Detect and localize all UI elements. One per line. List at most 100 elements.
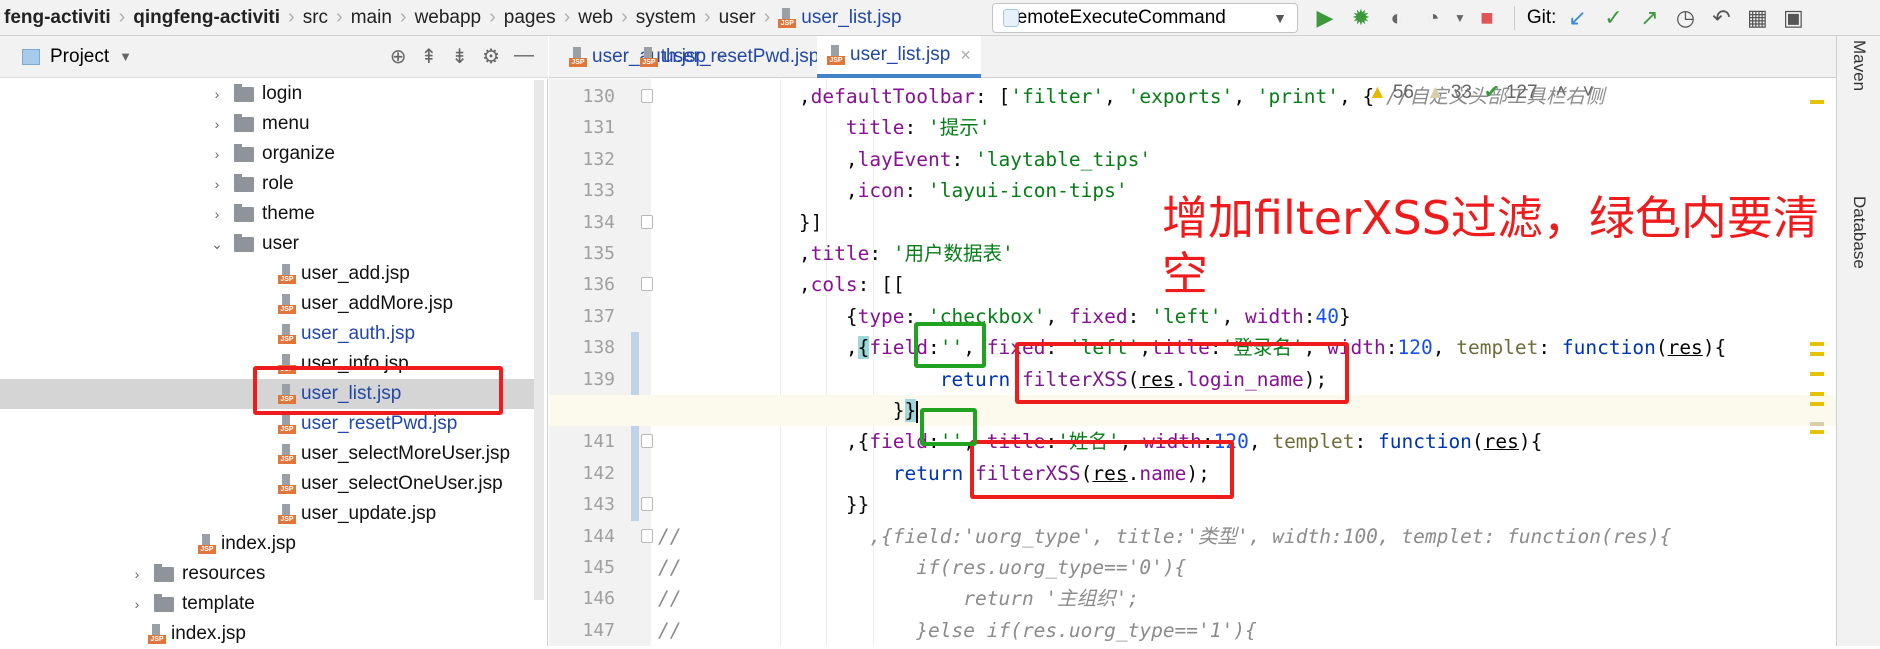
folder-icon	[234, 113, 254, 132]
chevron-down-icon[interactable]: ▼	[119, 49, 132, 64]
code-token: fixed	[1068, 304, 1128, 328]
collapse-all-icon[interactable]: ⇟	[451, 44, 468, 69]
inspection-widget[interactable]: ▲ 56 ▲ 33 ✔ 127 ˄ ˅	[1368, 81, 1594, 104]
annotation-red-box-tree	[253, 366, 503, 415]
breadcrumb-separator-icon: ›	[763, 6, 771, 28]
tree-item-user[interactable]: ⌄ user	[0, 229, 538, 259]
debug-icon[interactable]: ✹	[1346, 3, 1376, 33]
chevron-right-icon[interactable]: ›	[126, 566, 148, 582]
project-structure-icon[interactable]: ▦	[1742, 3, 1772, 33]
breadcrumb-item[interactable]: web	[574, 7, 617, 29]
code-token: }	[1338, 304, 1351, 328]
code-line[interactable]: // ,{field:'uorg_type', title:'类型', widt…	[549, 521, 1836, 552]
chevron-right-icon[interactable]: ›	[206, 146, 228, 162]
tree-item-template[interactable]: › template	[0, 589, 538, 619]
tree-item-index-jsp[interactable]: index.jsp	[0, 619, 538, 649]
breadcrumb-item[interactable]: main	[347, 7, 396, 29]
tree-item-menu[interactable]: › menu	[0, 109, 538, 139]
tree-item-label: resources	[182, 563, 266, 584]
tree-item-role[interactable]: › role	[0, 169, 538, 199]
breadcrumb: feng-activiti › qingfeng-activiti › src › main…	[0, 6, 906, 29]
project-view-select[interactable]: Project	[50, 46, 109, 68]
tree-item-user-auth-jsp[interactable]: user_auth.jsp	[0, 319, 538, 349]
code-token: ,	[1248, 430, 1273, 454]
tree-item-resources[interactable]: › resources	[0, 559, 538, 589]
code-token: }	[904, 399, 917, 422]
locate-icon[interactable]: ⊕	[390, 44, 407, 69]
chevron-right-icon[interactable]: ›	[206, 206, 228, 222]
tree-item-label: user	[262, 233, 299, 254]
tree-item-label: organize	[262, 143, 335, 164]
tree-item-label: user_selectMoreUser.jsp	[301, 443, 511, 464]
code-line[interactable]: // return '主组织';	[549, 583, 1836, 614]
project-tree: ›login›menu›organize›role›theme⌄useruser…	[0, 79, 548, 646]
folder-icon	[154, 563, 174, 582]
git-history-icon[interactable]: ◷	[1670, 3, 1700, 33]
run-window-icon[interactable]: ▣	[1778, 3, 1808, 33]
chevron-right-icon[interactable]: ›	[206, 176, 228, 192]
chevron-right-icon[interactable]: ›	[206, 116, 228, 132]
code-token: :	[904, 179, 929, 203]
tab-user-list-jsp[interactable]: user_list.jsp ×	[817, 36, 981, 78]
close-tab-icon[interactable]: ×	[960, 45, 971, 66]
code-token: }}	[845, 493, 870, 517]
maven-tool-button[interactable]: Maven	[1849, 40, 1869, 91]
code-token: function	[1561, 336, 1656, 360]
tree-item-theme[interactable]: › theme	[0, 199, 538, 229]
tree-item-organize[interactable]: › organize	[0, 139, 538, 169]
tree-item-label: user_add.jsp	[301, 263, 410, 284]
code-line[interactable]: ,defaultToolbar: ['filter', 'exports', '…	[549, 81, 1836, 112]
run-icon[interactable]: ▶	[1310, 3, 1340, 33]
tree-item-user-selectMoreUser-jsp[interactable]: user_selectMoreUser.jsp	[0, 439, 538, 469]
run-configuration-select[interactable]: RemoteExecuteCommand ▼	[992, 3, 1298, 33]
gear-icon[interactable]: ⚙	[482, 44, 500, 69]
tree-item-user-addMore-jsp[interactable]: user_addMore.jsp	[0, 289, 538, 319]
warning-icon: ▲	[1368, 81, 1387, 103]
chevron-right-icon[interactable]: ›	[126, 596, 148, 612]
code-token: res	[1667, 336, 1703, 360]
previous-highlight-icon[interactable]: ˄	[1556, 82, 1567, 104]
tree-item-login[interactable]: › login	[0, 79, 538, 109]
code-line[interactable]: ,layEvent: 'laytable_tips'	[549, 144, 1836, 175]
breadcrumb-item[interactable]: user_list.jsp	[774, 7, 905, 29]
profile-icon[interactable]: ◔	[1418, 3, 1448, 33]
breadcrumb-item[interactable]: qingfeng-activiti	[129, 7, 284, 29]
breadcrumb-item[interactable]: system	[632, 7, 700, 29]
git-update-icon[interactable]: ↙	[1562, 3, 1592, 33]
code-line[interactable]: // if(res.uorg_type=='0'){	[549, 552, 1836, 583]
breadcrumb-item[interactable]: src	[299, 7, 332, 29]
database-tool-button[interactable]: Database	[1849, 196, 1869, 269]
tree-item-user-update-jsp[interactable]: user_update.jsp	[0, 499, 538, 529]
breadcrumb-item[interactable]: feng-activiti	[0, 7, 115, 29]
git-rollback-icon[interactable]: ↶	[1706, 3, 1736, 33]
tree-item-user-selectOneUser-jsp[interactable]: user_selectOneUser.jsp	[0, 469, 538, 499]
code-line[interactable]: // }else if(res.uorg_type=='1'){	[549, 615, 1836, 646]
breadcrumb-item[interactable]: user	[715, 7, 760, 29]
more-run-chevron-icon[interactable]: ▼	[1454, 11, 1466, 25]
hide-icon[interactable]: —	[514, 44, 534, 69]
breadcrumb-label: user	[718, 6, 756, 28]
git-push-icon[interactable]: ↗	[1634, 3, 1664, 33]
breadcrumb-separator-icon: ›	[489, 6, 496, 28]
chevron-down-icon[interactable]: ⌄	[206, 236, 228, 253]
tree-item-label: user_selectOneUser.jsp	[301, 473, 503, 494]
git-commit-icon[interactable]: ✓	[1598, 3, 1628, 33]
next-highlight-icon[interactable]: ˅	[1583, 82, 1594, 104]
tree-scrollbar[interactable]	[534, 80, 544, 600]
code-token: type	[857, 304, 905, 328]
tree-item-index-jsp[interactable]: index.jsp	[0, 529, 538, 559]
chevron-right-icon[interactable]: ›	[206, 86, 228, 102]
expand-all-icon[interactable]: ⇞	[421, 44, 438, 69]
stop-icon[interactable]: ■	[1472, 3, 1502, 33]
code-token: {	[845, 304, 858, 328]
coverage-icon[interactable]: ◐	[1382, 3, 1412, 33]
breadcrumb-item[interactable]: pages	[500, 7, 560, 29]
code-line[interactable]: {type: 'checkbox', fixed: 'left', width:…	[549, 301, 1836, 332]
breadcrumb-item[interactable]: webapp	[411, 7, 486, 29]
jsp-file-icon	[778, 7, 797, 28]
code-line[interactable]: title: '提示'	[549, 112, 1836, 143]
breadcrumb-label: qingfeng-activiti	[133, 6, 281, 28]
tree-item-user-add-jsp[interactable]: user_add.jsp	[0, 259, 538, 289]
breadcrumb-separator-icon: ›	[399, 6, 407, 28]
code-token: ,	[1432, 336, 1457, 360]
